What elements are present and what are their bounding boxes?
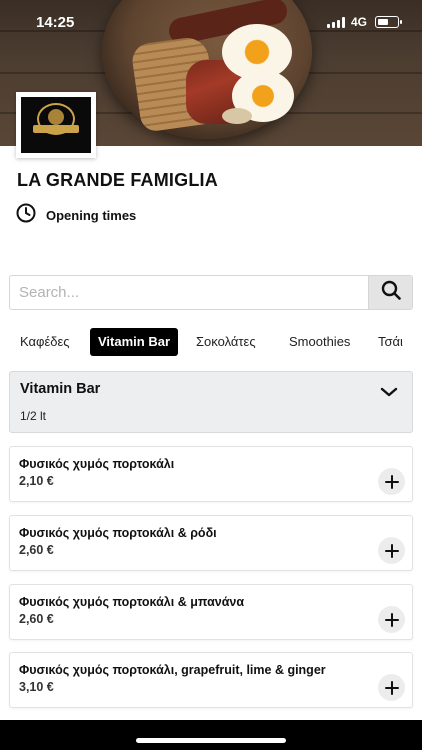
item-price: 2,10 €: [19, 474, 54, 488]
opening-times-link[interactable]: Opening times: [16, 203, 137, 228]
battery-icon: [375, 16, 402, 28]
home-indicator[interactable]: [136, 738, 286, 743]
status-bar: 14:25 4G: [0, 0, 422, 44]
cell-signal-icon: [327, 17, 345, 28]
add-item-button[interactable]: [378, 606, 405, 633]
search-bar: [9, 275, 413, 310]
tab-sokolates[interactable]: Σοκολάτες: [196, 328, 256, 356]
tab-smoothies[interactable]: Smoothies: [289, 328, 350, 356]
home-indicator-area: [0, 720, 422, 750]
item-price: 3,10 €: [19, 680, 54, 694]
plus-icon: [384, 680, 399, 695]
venue-logo: [16, 92, 96, 158]
plus-icon: [384, 543, 399, 558]
tab-kafedes[interactable]: Καφέδες: [20, 328, 70, 356]
chevron-down-icon[interactable]: [380, 385, 398, 403]
item-name: Φυσικός χυμός πορτοκάλι, grapefruit, lim…: [19, 663, 326, 677]
search-icon: [381, 280, 401, 305]
opening-times-label: Opening times: [46, 207, 137, 223]
network-label: 4G: [351, 15, 368, 29]
venue-name: LA GRANDE FAMIGLIA: [17, 170, 218, 190]
menu-item[interactable]: Φυσικός χυμός πορτοκάλι, grapefruit, lim…: [9, 652, 413, 708]
category-tabs: Καφέδες Vitamin Bar Σοκολάτες Smoothies …: [0, 328, 422, 358]
add-item-button[interactable]: [378, 674, 405, 701]
item-name: Φυσικός χυμός πορτοκάλι & μπανάνα: [19, 595, 245, 609]
menu-item[interactable]: Φυσικός χυμός πορτοκάλι 2,10 €: [9, 446, 413, 502]
plus-icon: [384, 474, 399, 489]
tab-vitamin-bar[interactable]: Vitamin Bar: [90, 328, 179, 356]
status-time: 14:25: [36, 14, 75, 31]
item-price: 2,60 €: [19, 543, 54, 557]
menu-item[interactable]: Φυσικός χυμός πορτοκάλι & μπανάνα 2,60 €: [9, 584, 413, 640]
item-name: Φυσικός χυμός πορτοκάλι & ρόδι: [19, 526, 217, 540]
section-title: Vitamin Bar: [20, 381, 101, 397]
add-item-button[interactable]: [378, 537, 405, 564]
plus-icon: [384, 612, 399, 627]
clock-icon: [16, 203, 36, 228]
item-price: 2,60 €: [19, 612, 54, 626]
menu-item[interactable]: Φυσικός χυμός πορτοκάλι & ρόδι 2,60 €: [9, 515, 413, 571]
add-item-button[interactable]: [378, 468, 405, 495]
search-input[interactable]: [10, 276, 368, 309]
item-name: Φυσικός χυμός πορτοκάλι: [19, 457, 175, 471]
tab-tsai[interactable]: Τσάι: [378, 328, 403, 356]
section-header-vitamin-bar[interactable]: Vitamin Bar 1/2 lt: [9, 371, 413, 433]
search-button[interactable]: [368, 276, 412, 309]
section-subtitle: 1/2 lt: [20, 409, 47, 423]
